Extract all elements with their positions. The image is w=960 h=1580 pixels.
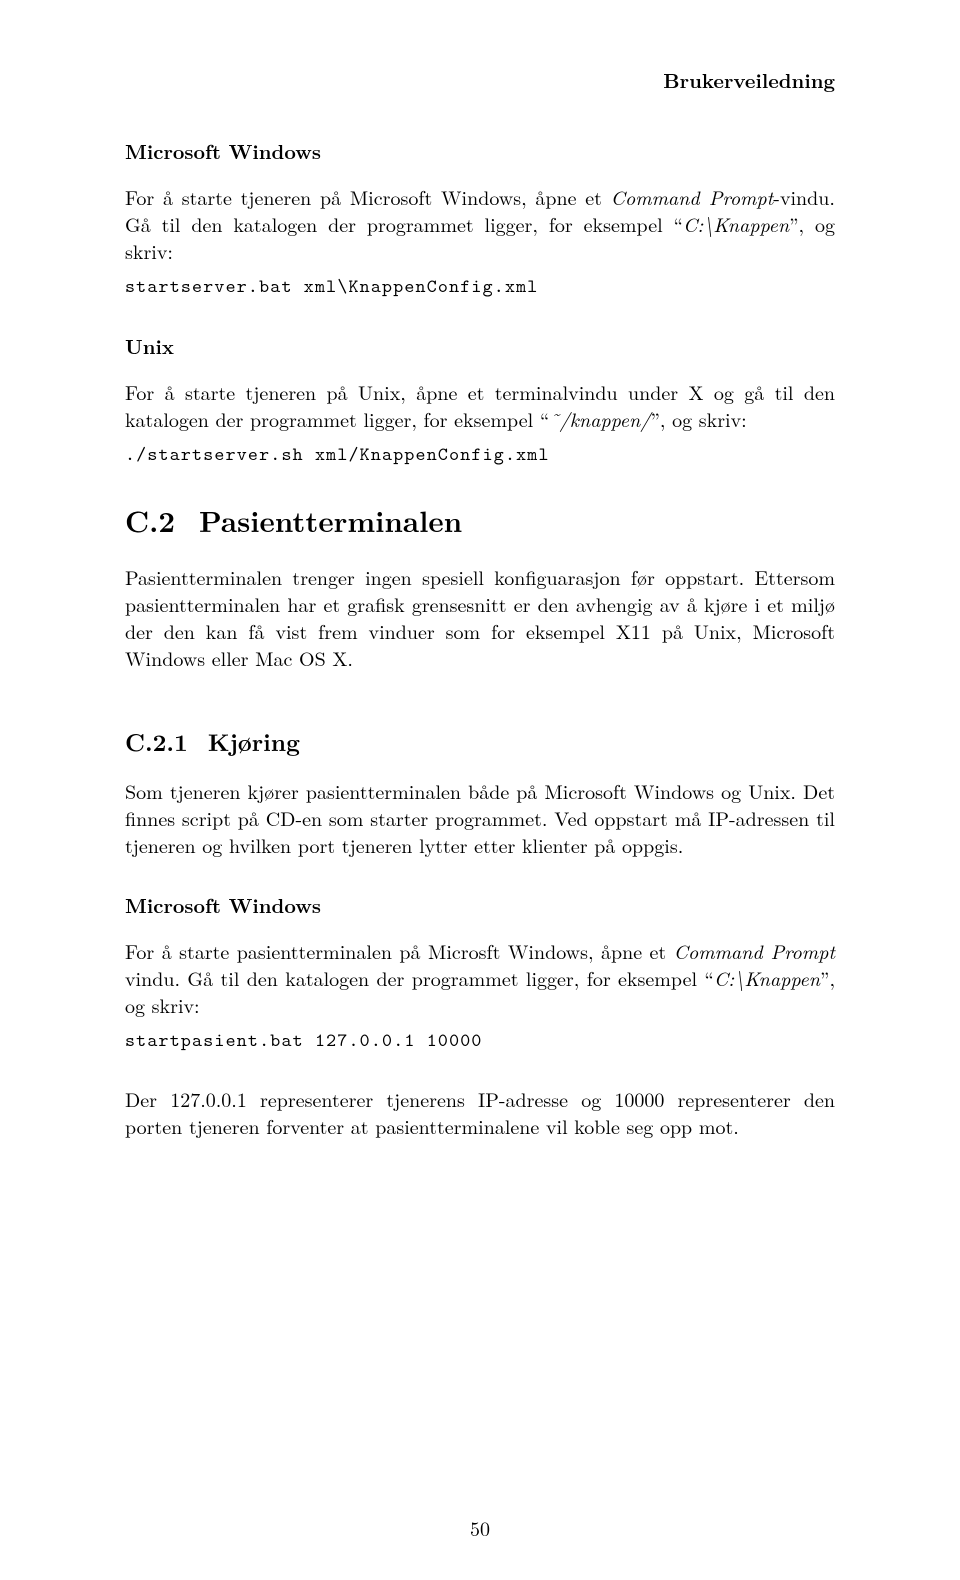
spacer bbox=[125, 681, 835, 703]
spacer bbox=[125, 868, 835, 890]
code-block-1: startserver.bat xml\KnappenConfig.xml bbox=[125, 274, 835, 299]
heading-ms-windows-1: Microsoft Windows bbox=[125, 136, 835, 165]
code-block-2: ./startserver.sh xml/KnappenConfig.xml bbox=[125, 442, 835, 467]
section-number: C.2.1 bbox=[125, 725, 188, 759]
para-c21: Som tjeneren kjører pasientterminalen bå… bbox=[125, 777, 835, 858]
section-title: Kjøring bbox=[208, 725, 300, 759]
heading-c21: C.2.1 Kjøring bbox=[125, 725, 835, 759]
text: vindu. Gå til den katalogen der programm… bbox=[125, 963, 714, 992]
running-header: Brukerveiledning bbox=[125, 65, 835, 94]
para-unix: For å starte tjeneren på Unix, åpne et t… bbox=[125, 378, 835, 432]
para-c2: Pasientterminalen trenger ingen spesiell… bbox=[125, 563, 835, 671]
page: Brukerveiledning Microsoft Windows For å… bbox=[0, 0, 960, 1580]
heading-unix: Unix bbox=[125, 331, 835, 360]
section-number: C.2 bbox=[125, 499, 175, 541]
emph: C:\Knappen bbox=[714, 963, 820, 992]
emph: C:\Knappen bbox=[683, 209, 789, 238]
text: For å starte tjeneren på Microsoft Windo… bbox=[125, 182, 611, 211]
text: ”, og skriv: bbox=[650, 404, 746, 433]
emph: Command Prompt bbox=[611, 182, 774, 211]
section-title: Pasientterminalen bbox=[199, 499, 462, 541]
para-mswin-2: For å starte pasientterminalen på Micros… bbox=[125, 937, 835, 1018]
emph: ˜/knappen/ bbox=[549, 404, 650, 433]
page-number: 50 bbox=[0, 1513, 960, 1542]
code-block-3: startpasient.bat 127.0.0.1 10000 bbox=[125, 1028, 835, 1053]
emph: Command Prompt bbox=[674, 936, 835, 965]
para-mswin-1: For å starte tjeneren på Microsoft Windo… bbox=[125, 183, 835, 264]
text: For å starte pasientterminalen på Micros… bbox=[125, 936, 674, 965]
para-mswin-3: Der 127.0.0.1 representerer tjenerens IP… bbox=[125, 1085, 835, 1139]
heading-ms-windows-2: Microsoft Windows bbox=[125, 890, 835, 919]
heading-c2: C.2 Pasientterminalen bbox=[125, 499, 835, 541]
